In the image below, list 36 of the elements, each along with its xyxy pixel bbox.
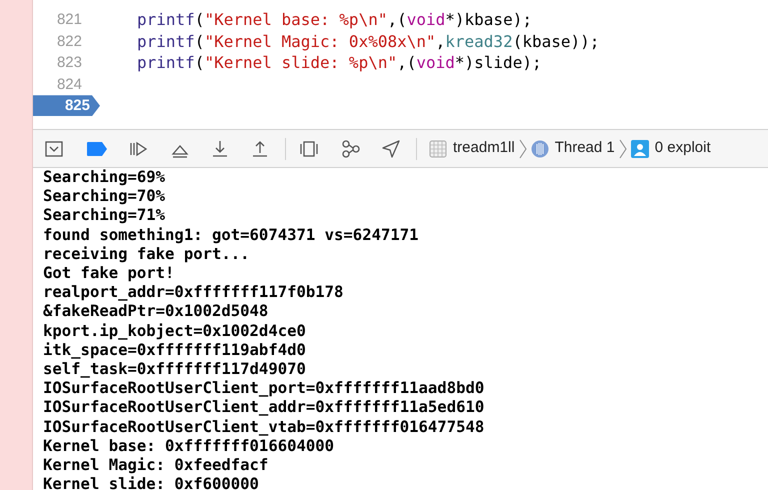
thread-icon [530, 140, 549, 158]
console-line: receiving fake port... [43, 244, 250, 264]
console-line: IOSurfaceRootUserClient_vtab=0xfffffff016477548 [43, 418, 484, 437]
code-line: printf("Kernel slide: %p\n",(void*)slide); [137, 52, 542, 74]
console-line: IOSurfaceRootUserClient_port=0xfffffff11aad8bd0 [43, 379, 484, 398]
console-line: IOSurfaceRootUserClient_addr=0xfffffff11a5ed610 [43, 398, 484, 418]
console-line: realport_addr=0xfffffff117f0b178 [43, 283, 344, 302]
line-number: 822 [56, 32, 83, 52]
chevron-icon [518, 138, 527, 160]
console-line: Searching=69% [43, 168, 166, 188]
code-line: printf("Kernel Magic: 0x%08x\n",kread32(kbase)); [137, 30, 600, 52]
line-number: 825 [33, 95, 100, 116]
console-line: kport.ip_kobject=0x1002d4ce0 [43, 322, 306, 341]
breadcrumb-item[interactable]: treadm1ll [453, 137, 515, 160]
chevron-icon [618, 138, 627, 160]
location-arrow-icon[interactable] [380, 138, 402, 160]
code-line: printf("Kernel base: %p\n",(void*)kbase); [137, 9, 532, 30]
line-number: 821 [56, 10, 83, 30]
line-number: 823 [56, 53, 83, 74]
memory-graph-icon[interactable] [340, 138, 362, 160]
console-line: Got fake port! [43, 264, 174, 284]
console-line: Kernel slide: 0xf600000 [43, 475, 259, 490]
console-line: &fakeReadPtr=0x1002d5048 [43, 302, 268, 322]
breakpoint-icon[interactable] [87, 142, 107, 156]
console-line: itk_space=0xfffffff119abf4d0 [43, 340, 306, 360]
grid-icon [429, 140, 447, 158]
console-line: Searching=70% [43, 187, 166, 206]
breadcrumb-item[interactable]: Thread 1 [554, 137, 615, 160]
console-line: Kernel Magic: 0xfeedfacf [43, 456, 268, 476]
breadcrumb-item[interactable]: 0 exploit [654, 137, 711, 160]
console-line: Kernel base: 0xfffffff016604000 [43, 436, 334, 456]
console-line: Searching=71% [43, 206, 166, 226]
line-number: 824 [56, 74, 83, 95]
console-line: self_task=0xfffffff117d49070 [43, 360, 306, 380]
person-icon [630, 140, 649, 158]
console-line: found something1: got=6074371 vs=6247171 [43, 226, 419, 245]
